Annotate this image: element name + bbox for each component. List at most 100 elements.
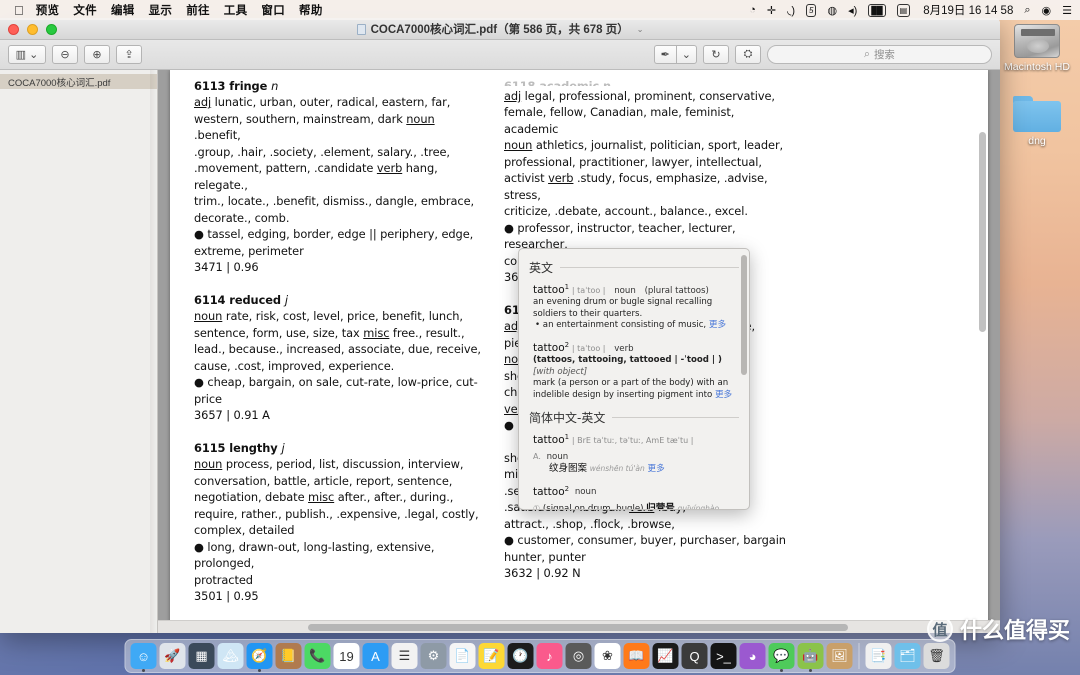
pdf-text-run: attract., .shop, .flock, .browse,: [504, 516, 675, 531]
battery-icon[interactable]: ██: [868, 3, 886, 17]
search-input[interactable]: ⌕ 搜索: [767, 45, 992, 64]
dock-item-wechat[interactable]: 💬: [768, 643, 795, 669]
dict-chinese-gloss: 归营号: [646, 502, 675, 510]
window-titlebar[interactable]: COCA7000核心词汇.pdf（第 586 页，共 678 页） ⌄: [0, 18, 1000, 40]
markup-options-chevron-icon[interactable]: ⌄: [675, 45, 697, 64]
thumbnail-sidebar[interactable]: COCA7000核心词汇.pdf: [0, 70, 158, 633]
sidebar-view-button[interactable]: ▥ ⌄: [8, 45, 46, 64]
dict-chinese-gloss: 纹身图案: [549, 463, 588, 475]
dict-more-link[interactable]: 更多: [648, 464, 665, 474]
wifi-icon[interactable]: ◟): [787, 4, 795, 17]
dict-superscript: 1: [564, 283, 570, 291]
dock-item-notes[interactable]: 📝: [478, 643, 505, 669]
dock-item-facetime[interactable]: 📞: [304, 643, 331, 669]
dock-item-system-preferences[interactable]: ⚙: [420, 643, 447, 669]
dock-item-app-store[interactable]: A: [362, 643, 389, 669]
dictionary-popover[interactable]: 英文 tattoo1 | taˈtoo | noun (plural tatto…: [518, 248, 750, 510]
dict-more-link[interactable]: 更多: [709, 320, 726, 330]
dock-item-itunes[interactable]: ♪: [536, 643, 563, 669]
energy-icon[interactable]: ◍: [827, 4, 837, 17]
menu-bar-clock[interactable]: 8月19日 16 14 58: [923, 2, 1013, 18]
dock-item-siri[interactable]: ◕: [739, 643, 766, 669]
dock-item-pages[interactable]: 📄: [449, 643, 476, 669]
dock-item-photos[interactable]: ❀: [594, 643, 621, 669]
dict-pos: noun: [574, 487, 597, 498]
dock-item-launchpad[interactable]: 🚀: [159, 643, 186, 669]
pdf-text-line: trim., locate., .benefit, dismiss., dang…: [194, 193, 482, 209]
menu-item-tools[interactable]: 工具: [224, 2, 248, 18]
bluetooth-icon[interactable]: ✛: [767, 4, 776, 17]
apple-menu-icon[interactable]: : [14, 4, 24, 17]
dock-item-safari[interactable]: 🧭: [246, 643, 273, 669]
pdf-text-run: conversation, battle, article, report, s…: [194, 473, 453, 488]
menu-item-help[interactable]: 帮助: [299, 2, 323, 18]
zoom-in-button[interactable]: ⊕: [84, 45, 110, 64]
pdf-entry-6115: 6115 lengthy j noun process, period, lis…: [194, 440, 482, 605]
desktop-icon-macintosh-hd[interactable]: Macintosh HD: [998, 24, 1076, 73]
dock-item-documents-stack[interactable]: 📑: [865, 643, 892, 669]
dock-item-activity-monitor[interactable]: 📈: [652, 643, 679, 669]
pos-tag: misc: [308, 490, 335, 505]
menu-item-go[interactable]: 前往: [186, 2, 210, 18]
dock-item-calendar[interactable]: 19: [333, 643, 360, 669]
zoom-out-button[interactable]: ⊖: [52, 45, 78, 64]
menu-item-view[interactable]: 显示: [149, 2, 173, 18]
chevron-down-icon[interactable]: ⌄: [637, 25, 644, 34]
dock-item-image-capture[interactable]: 🖼: [826, 643, 853, 669]
dock-item-mission-control[interactable]: ▦: [188, 643, 215, 669]
dock-item-photos-preview[interactable]: 🏔: [217, 643, 244, 669]
rotate-button[interactable]: ↻: [703, 45, 729, 64]
screen-5-icon[interactable]: 5: [806, 3, 817, 17]
dock-item-ibooks[interactable]: 📖: [623, 643, 650, 669]
entry-body: adj lunatic, urban, outer, radical, east…: [194, 94, 482, 275]
dock-item-trash[interactable]: 🗑: [923, 643, 950, 669]
menu-item-edit[interactable]: 编辑: [111, 2, 135, 18]
page-vertical-scrollbar[interactable]: [979, 132, 986, 332]
dock-item-disc[interactable]: ◎: [565, 643, 592, 669]
markup-button[interactable]: ✒: [653, 45, 676, 64]
dict-sense-number: ①: [533, 503, 541, 510]
dock-item-terminal[interactable]: >_: [710, 643, 737, 669]
dock-item-reminders[interactable]: ☰: [391, 643, 418, 669]
dict-pos: noun: [546, 451, 569, 462]
pdf-text-run: ● long, drawn-out, long-lasting, extensi…: [194, 539, 435, 571]
menu-item-file[interactable]: 文件: [73, 2, 97, 18]
preview-window: COCA7000核心词汇.pdf（第 586 页，共 678 页） ⌄ ▥ ⌄ …: [0, 18, 1000, 633]
dictionary-scrollbar[interactable]: [741, 255, 747, 375]
toolbox-button[interactable]: ⛭: [735, 45, 761, 64]
window-body: COCA7000核心词汇.pdf 6113 fringe n adj lunat…: [0, 70, 1000, 633]
pos-tag: adj: [504, 89, 522, 103]
entry-pos: n: [271, 79, 279, 93]
dictionary-entry-cn-tattoo-noun: tattoo1 | BrE taˈtuː, təˈtuː, AmE tæˈtu …: [533, 432, 739, 475]
pos-tag: noun: [504, 138, 533, 153]
desktop-icon-label: dng: [1028, 135, 1046, 147]
dock-item-downloads-folder[interactable]: 🗂: [894, 643, 921, 669]
pdf-text-run: after., after., during.,: [334, 490, 454, 505]
pos-tag: verb: [376, 161, 403, 176]
input-source-icon[interactable]: ▤: [896, 3, 911, 17]
menu-item-preview[interactable]: 预览: [36, 2, 60, 18]
watermark-text: 什么值得买: [959, 618, 1070, 643]
hard-drive-icon: [1014, 24, 1060, 58]
dock-item-android-tool[interactable]: 🤖: [797, 643, 824, 669]
spotlight-search-icon[interactable]: ⌕: [1024, 4, 1030, 17]
dock-item-quicktime[interactable]: Q: [681, 643, 708, 669]
siri-icon[interactable]: ◉: [1042, 4, 1052, 17]
pdf-text-line: female, fellow, Canadian, male, feminist…: [504, 104, 792, 137]
dock-item-clock[interactable]: 🕐: [507, 643, 534, 669]
desktop-icon-dng[interactable]: dng: [998, 96, 1076, 147]
share-button[interactable]: ⇪: [116, 45, 142, 64]
notification-center-icon[interactable]: ☰: [1062, 4, 1072, 17]
dict-more-link[interactable]: 更多: [715, 390, 732, 400]
sidebar-item-document[interactable]: COCA7000核心词汇.pdf: [0, 74, 157, 89]
page-horizontal-scrollbar[interactable]: [308, 624, 848, 631]
dock-item-finder[interactable]: ☺: [130, 643, 157, 669]
time-machine-icon[interactable]: ◔: [749, 4, 756, 16]
pos-tag: noun: [194, 457, 223, 472]
pdf-text-run: athletics, journalist, politician, sport…: [532, 138, 784, 153]
dock-item-contacts[interactable]: 📒: [275, 643, 302, 669]
volume-icon[interactable]: ◂): [848, 4, 857, 17]
menu-item-window[interactable]: 窗口: [261, 2, 285, 18]
page-horizontal-scrollbar-track[interactable]: [158, 620, 1000, 633]
pdf-file-icon: [356, 23, 366, 35]
